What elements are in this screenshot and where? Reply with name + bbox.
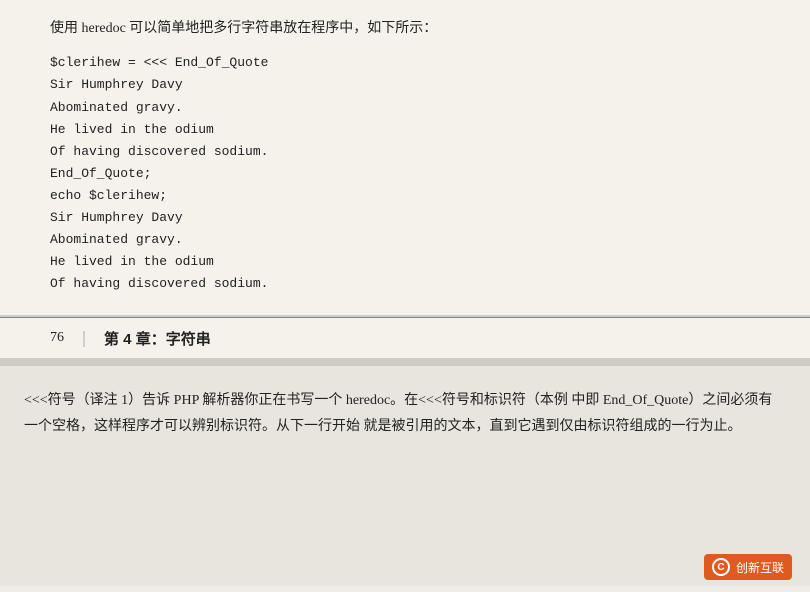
watermark-icon: C [712,558,730,576]
chapter-label: 第 4 章：字符串 [104,328,211,349]
page-footer: 76 ｜ 第 4 章：字符串 [0,317,810,358]
watermark-label: 创新互联 [736,559,784,576]
separator [0,358,810,366]
bottom-text: <<<符号（译注 1）告诉 PHP 解析器你正在书写一个 heredoc。在<<… [24,388,786,440]
page-number: 76 [50,330,64,346]
footer-divider: ｜ [76,326,92,350]
page-bottom-section: <<<符号（译注 1）告诉 PHP 解析器你正在书写一个 heredoc。在<<… [0,366,810,586]
code-block: $clerihew = <<< End_Of_Quote Sir Humphre… [50,52,760,295]
page-top-section: 使用 heredoc 可以简单地把多行字符串放在程序中，如下所示： $cleri… [0,0,810,317]
intro-text: 使用 heredoc 可以简单地把多行字符串放在程序中，如下所示： [50,18,760,40]
watermark: C 创新互联 [704,554,792,580]
